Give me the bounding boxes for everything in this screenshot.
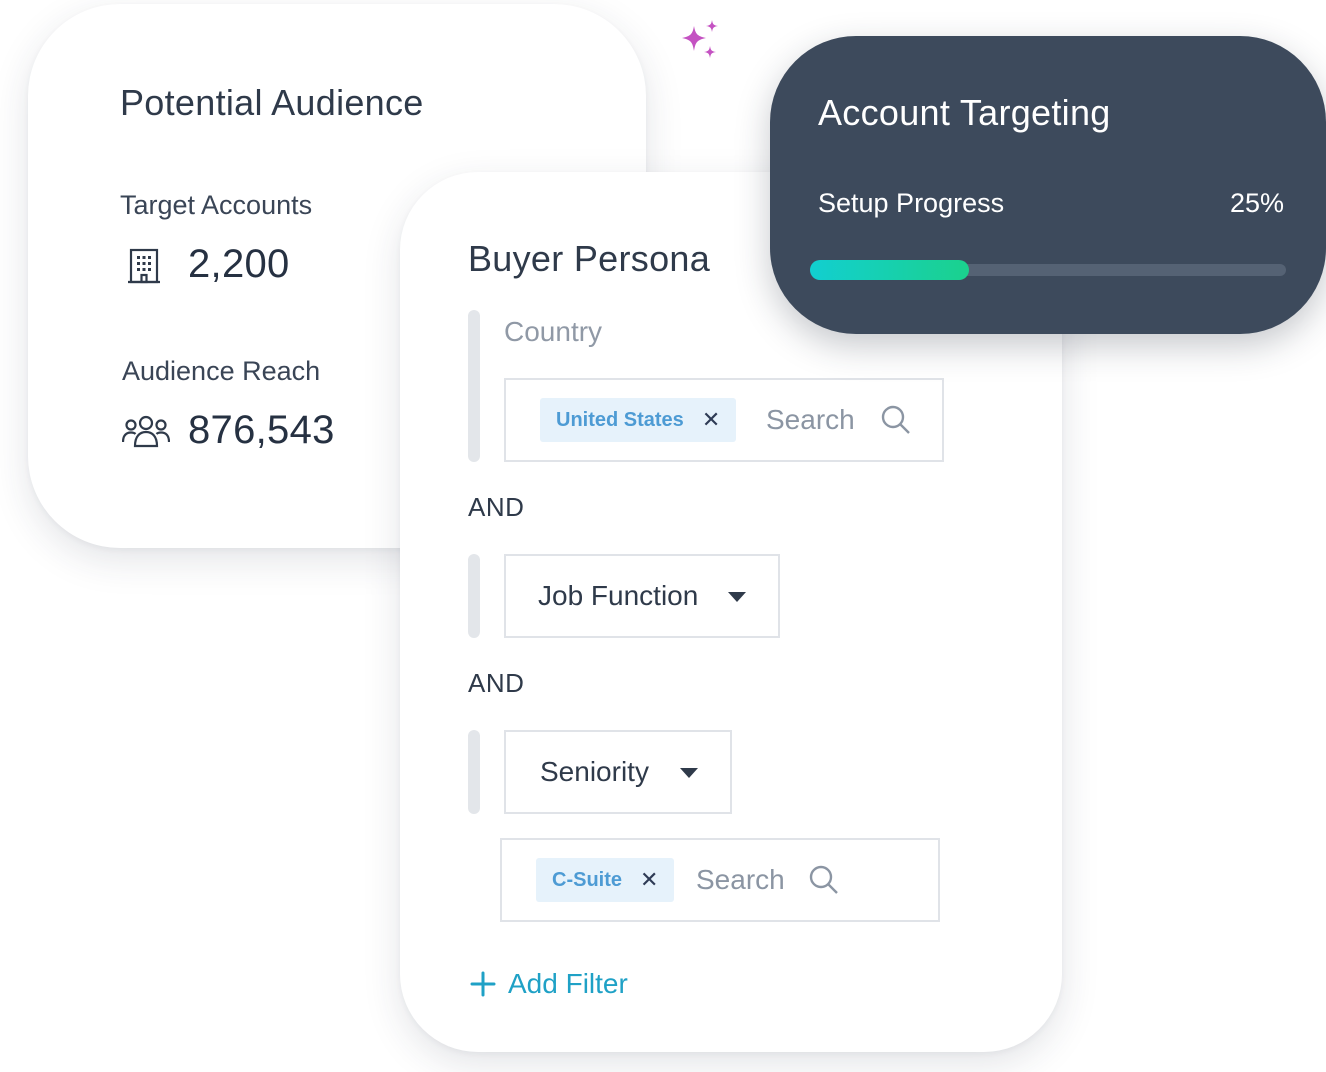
seniority-search-field[interactable]: C-Suite ✕ Search [500,838,940,922]
audience-reach-value: 876,543 [188,408,335,452]
search-icon[interactable] [880,404,912,436]
plus-icon [470,971,496,997]
close-icon[interactable]: ✕ [640,867,658,893]
job-function-dropdown[interactable]: Job Function [504,554,780,638]
job-function-label: Job Function [538,580,699,611]
sparkle-icon [676,18,724,64]
setup-progress-label: Setup Progress [818,188,1005,218]
add-filter-label: Add Filter [508,968,628,999]
progress-track [810,260,1286,280]
account-targeting-card: Account Targeting Setup Progress 25% [770,36,1326,334]
progress-fill [810,260,970,280]
country-chip: United States ✕ [540,398,737,442]
target-accounts-value: 2,200 [188,242,290,286]
filter-group-bar [468,730,480,814]
seniority-dropdown[interactable]: Seniority [504,730,732,814]
target-accounts-label: Target Accounts [120,190,313,220]
building-icon [128,248,160,284]
users-group-icon [122,414,170,448]
search-icon[interactable] [808,864,840,896]
and-connector: AND [468,492,525,522]
seniority-chip: C-Suite ✕ [536,858,675,902]
filter-group-bar [468,310,480,462]
country-search-field[interactable]: United States ✕ Search [504,378,944,462]
caret-down-icon [728,592,746,602]
filter-group-bar [468,554,480,638]
setup-progress-percent: 25% [1229,188,1284,218]
country-search-placeholder[interactable]: Search [766,404,855,436]
and-connector: AND [468,668,525,698]
seniority-search-placeholder[interactable]: Search [696,864,785,896]
audience-reach-label: Audience Reach [122,356,321,386]
buyer-persona-title: Buyer Persona [468,238,711,279]
country-label: Country [504,316,603,347]
close-icon[interactable]: ✕ [702,407,720,433]
caret-down-icon [680,768,698,778]
seniority-chip-label: C-Suite [552,868,622,891]
potential-audience-title: Potential Audience [120,82,424,123]
account-targeting-title: Account Targeting [818,92,1111,133]
seniority-label: Seniority [540,756,649,787]
add-filter-button[interactable]: Add Filter [470,968,628,1000]
country-chip-label: United States [556,408,684,431]
